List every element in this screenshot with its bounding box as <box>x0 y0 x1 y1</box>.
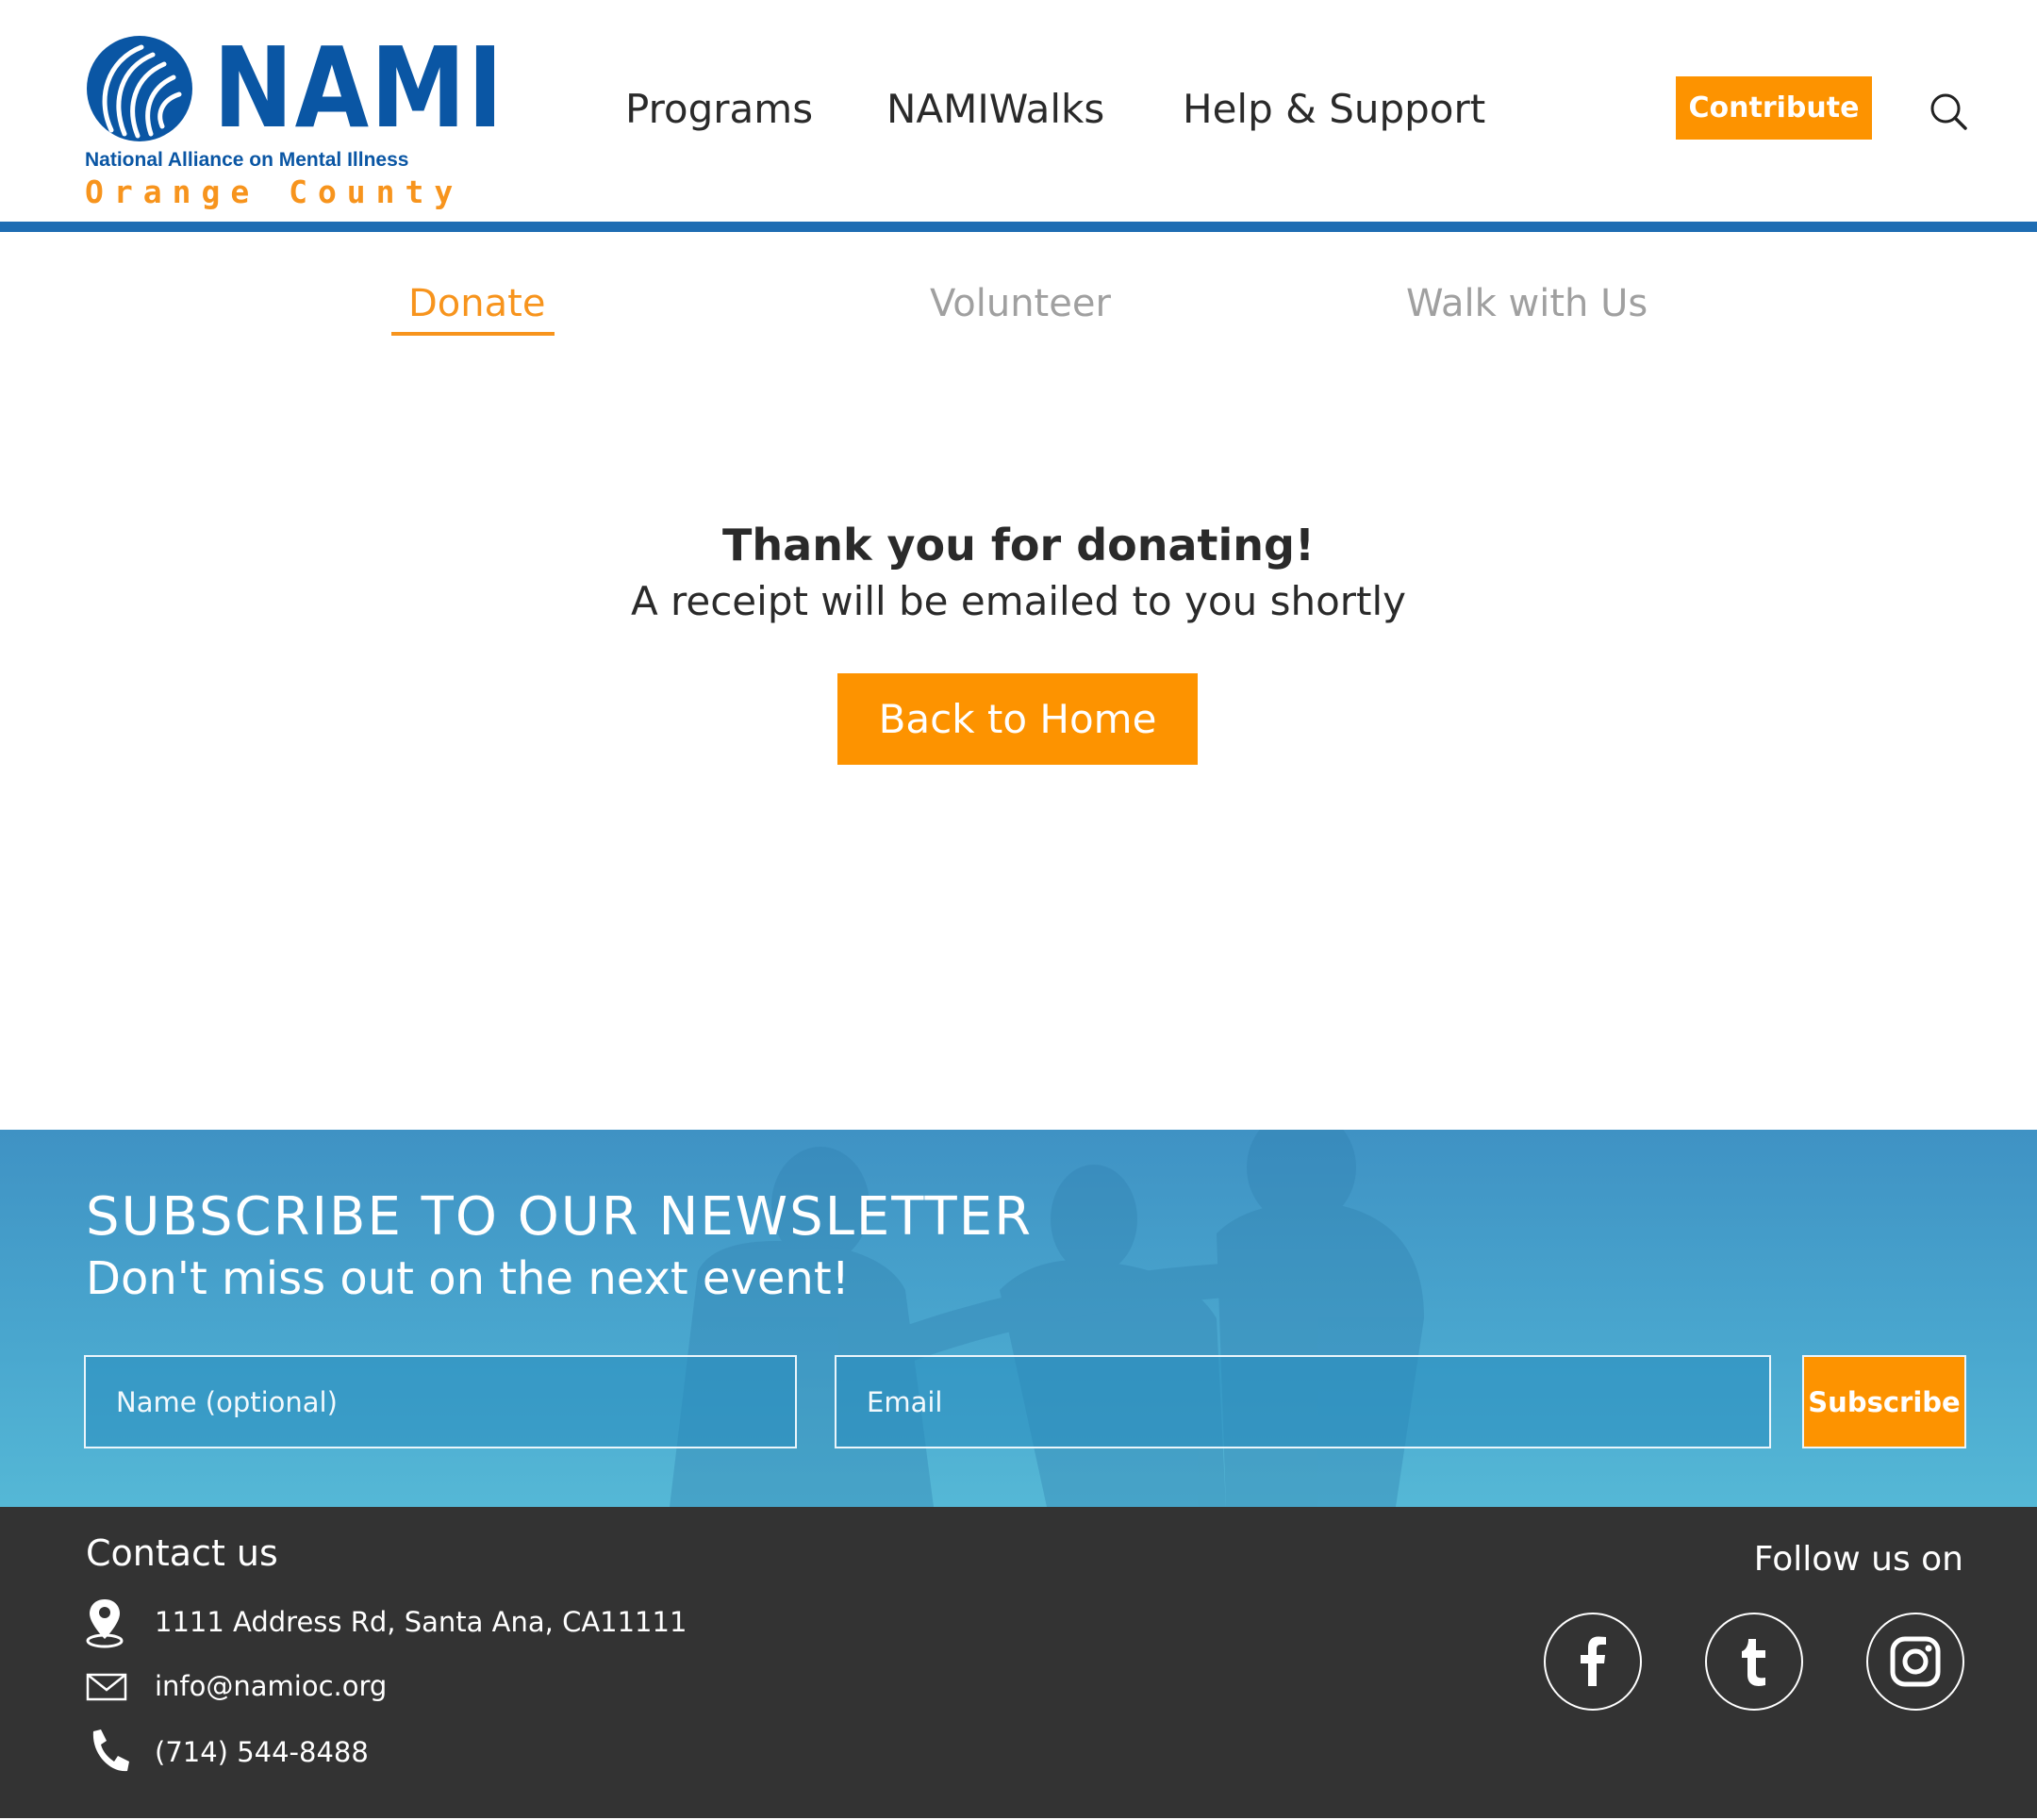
logo-subtitle: National Alliance on Mental Illness <box>85 149 409 171</box>
nav-item-namiwalks[interactable]: NAMIWalks <box>886 83 1104 136</box>
newsletter-email-input[interactable] <box>835 1355 1771 1448</box>
nami-logo[interactable]: NAMI National Alliance on Mental Illness… <box>83 32 503 216</box>
confirmation-title: Thank you for donating! <box>722 520 1315 571</box>
phone-icon <box>92 1729 129 1772</box>
back-to-home-button[interactable]: Back to Home <box>837 673 1198 765</box>
location-pin-icon <box>86 1599 124 1648</box>
instagram-icon <box>1890 1636 1941 1687</box>
subscribe-button[interactable]: Subscribe <box>1802 1355 1966 1448</box>
facebook-link[interactable] <box>1544 1613 1642 1711</box>
nav-item-help-support[interactable]: Help & Support <box>1183 83 1485 136</box>
tab-walk-with-us[interactable]: Walk with Us <box>1406 277 1648 330</box>
newsletter-section: SUBSCRIBE TO OUR NEWSLETTER Don't miss o… <box>0 1130 2037 1507</box>
header-divider <box>0 222 2037 232</box>
site-header: NAMI National Alliance on Mental Illness… <box>0 0 2037 222</box>
newsletter-subtitle: Don't miss out on the next event! <box>86 1252 850 1305</box>
tab-volunteer[interactable]: Volunteer <box>930 277 1111 330</box>
instagram-link[interactable] <box>1866 1613 1964 1711</box>
facebook-icon <box>1581 1636 1606 1686</box>
search-icon[interactable] <box>1928 91 1969 132</box>
tab-donate[interactable]: Donate <box>408 277 545 330</box>
newsletter-name-input[interactable] <box>84 1355 797 1448</box>
newsletter-title: SUBSCRIBE TO OUR NEWSLETTER <box>86 1186 1034 1248</box>
phone-text[interactable]: (714) 544-8488 <box>155 1733 369 1771</box>
nami-logo-mark-icon <box>87 36 192 141</box>
nav-item-programs[interactable]: Programs <box>625 83 813 136</box>
email-link[interactable]: info@namioc.org <box>155 1667 387 1705</box>
envelope-icon <box>86 1673 127 1701</box>
contact-title: Contact us <box>86 1532 278 1574</box>
logo-chapter: Orange County <box>85 174 464 210</box>
confirmation-message: A receipt will be emailed to you shortly <box>630 578 1407 624</box>
tumblr-icon <box>1742 1639 1765 1686</box>
address-text: 1111 Address Rd, Santa Ana, CA11111 <box>155 1606 687 1638</box>
logo-wordmark: NAMI <box>213 23 505 153</box>
contribute-button[interactable]: Contribute <box>1676 76 1872 140</box>
tab-active-indicator <box>391 332 555 336</box>
tumblr-link[interactable] <box>1705 1613 1803 1711</box>
site-footer: Contact us 1111 Address Rd, Santa Ana, C… <box>0 1507 2037 1818</box>
follow-label: Follow us on <box>1753 1540 1963 1579</box>
